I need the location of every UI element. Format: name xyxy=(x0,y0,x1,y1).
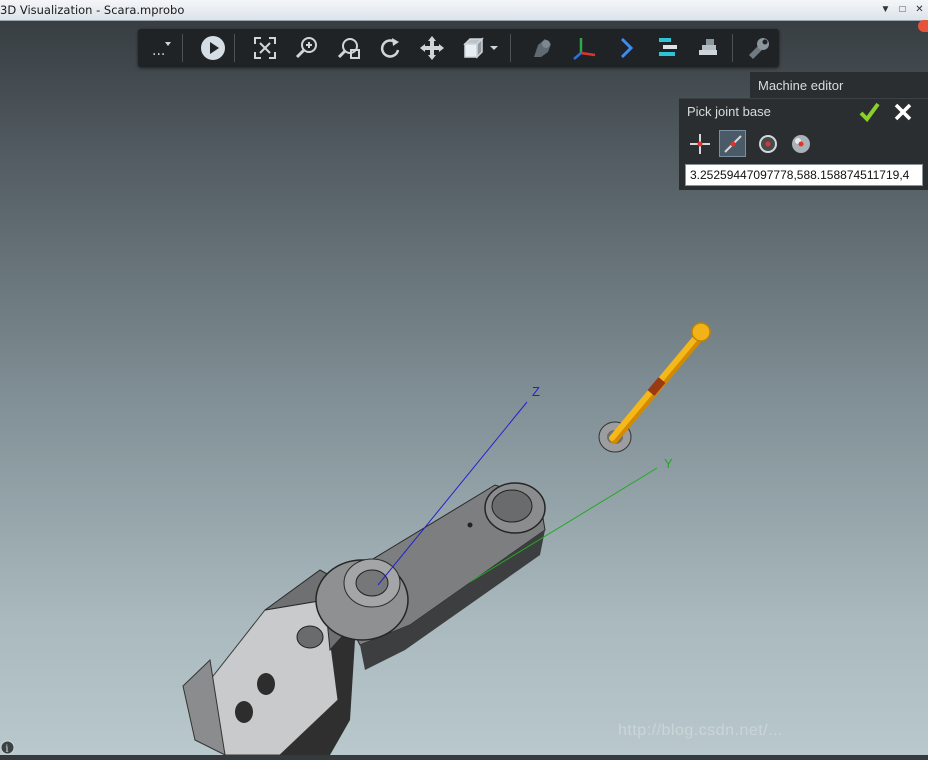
joint-coordinate-field[interactable] xyxy=(685,164,923,186)
zoom-in-icon[interactable] xyxy=(292,33,322,63)
tool-joint-marker xyxy=(647,377,666,396)
next-icon[interactable] xyxy=(611,33,641,63)
zoom-extents-icon[interactable] xyxy=(250,33,280,63)
base-hole-2 xyxy=(235,701,253,723)
close-icon[interactable] xyxy=(892,101,914,123)
arm-bolt xyxy=(467,522,473,528)
base-hole-1 xyxy=(257,673,275,695)
play-icon[interactable] xyxy=(198,33,228,63)
machine-editor-header[interactable]: Machine editor xyxy=(750,72,928,99)
arm-joint-2-inner xyxy=(491,489,533,523)
arm-joint-1-hub xyxy=(355,569,389,597)
axes-icon[interactable] xyxy=(569,33,599,63)
machine-icon[interactable] xyxy=(527,33,557,63)
z-axis-label: Z xyxy=(532,384,540,399)
pan-icon[interactable] xyxy=(417,33,447,63)
info-icon[interactable]: i xyxy=(0,740,15,755)
rotate-icon[interactable] xyxy=(375,33,405,63)
tool-tip xyxy=(691,322,711,342)
zoom-window-icon[interactable] xyxy=(334,33,364,63)
confirm-check-icon[interactable] xyxy=(858,101,880,123)
tool-icon[interactable] xyxy=(694,33,724,63)
y-axis-label: Y xyxy=(664,456,673,471)
watermark: http://blog.csdn.net/... xyxy=(618,722,783,739)
circle-center-icon[interactable] xyxy=(754,130,781,157)
more-menu-icon[interactable]: ... xyxy=(146,33,176,63)
view-toolbar: ... xyxy=(138,29,779,67)
column-hub xyxy=(296,625,324,649)
settings-wrench-icon[interactable] xyxy=(743,33,773,63)
pick-joint-panel: Pick joint base xyxy=(679,98,928,190)
pick-panel-title: Pick joint base xyxy=(687,104,771,119)
svg-text:i: i xyxy=(6,745,9,755)
dropdown-arrow-icon[interactable] xyxy=(485,33,503,63)
line-icon[interactable] xyxy=(719,130,746,157)
crosshair-icon[interactable] xyxy=(686,130,713,157)
svg-text:...: ... xyxy=(152,43,165,59)
align-icon[interactable] xyxy=(652,33,682,63)
sphere-center-icon[interactable] xyxy=(787,130,814,157)
